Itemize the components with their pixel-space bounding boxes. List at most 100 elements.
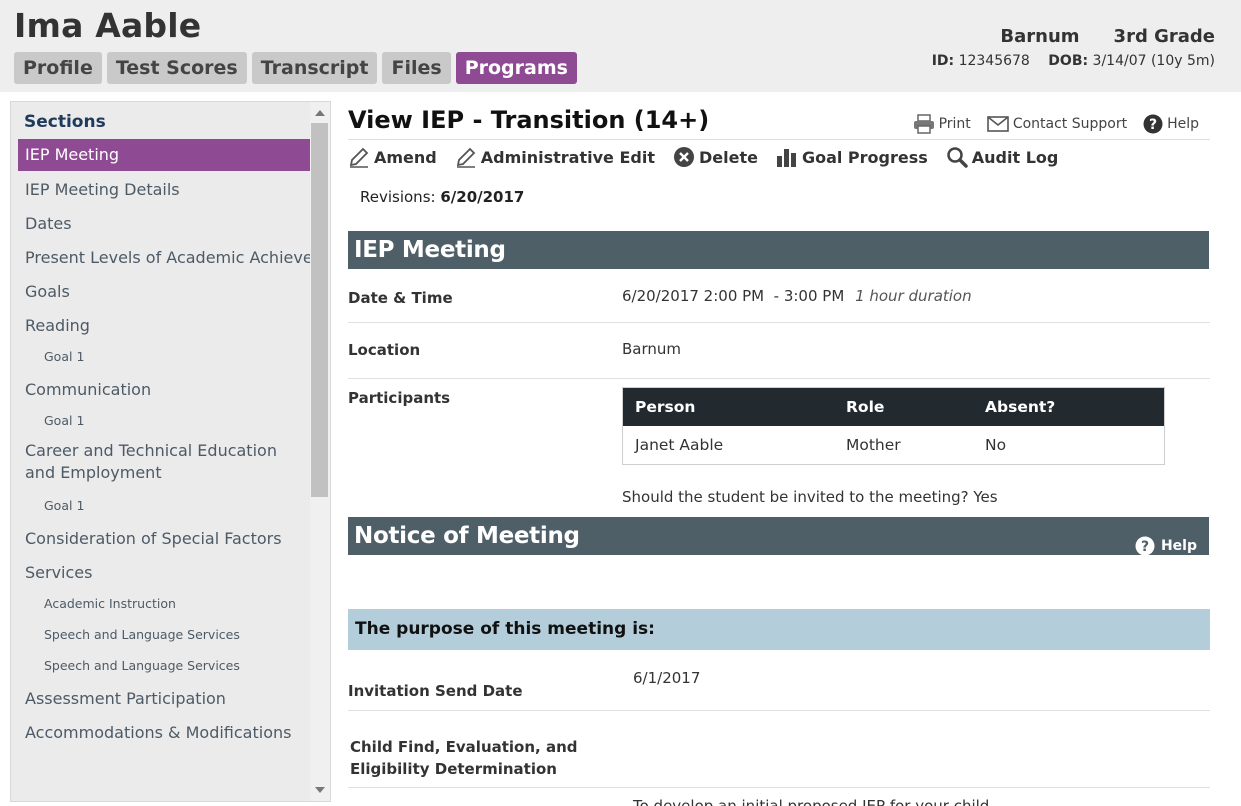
participants-label: Participants — [348, 389, 451, 407]
column-header-absent: Absent? — [985, 398, 1056, 416]
sections-sidebar: Sections IEP Meeting IEP Meeting Details… — [10, 101, 331, 802]
sidebar-item-reading[interactable]: Reading — [18, 316, 310, 335]
sidebar-item-special-factors[interactable]: Consideration of Special Factors — [18, 529, 310, 548]
printer-icon — [913, 114, 935, 134]
row-divider — [348, 710, 1210, 711]
goal-progress-label: Goal Progress — [801, 147, 928, 167]
contact-support-link[interactable]: Contact Support — [987, 114, 1127, 134]
envelope-icon — [987, 116, 1009, 132]
scroll-thumb[interactable] — [311, 123, 328, 497]
location-value: Barnum — [622, 340, 682, 358]
student-name: Ima Aable — [14, 6, 202, 45]
sidebar-item-present-levels[interactable]: Present Levels of Academic Achievement — [18, 248, 310, 267]
row-divider — [348, 378, 1210, 379]
notice-of-meeting-header: Notice of Meeting ? Help — [348, 517, 1209, 556]
top-links: Print Contact Support ? Help — [913, 114, 1199, 134]
sidebar-item-accommodations[interactable]: Accommodations & Modifications — [18, 723, 310, 742]
goal-progress-button[interactable]: Goal Progress — [776, 146, 928, 168]
duration-text: 1 hour duration — [855, 287, 972, 305]
contact-support-label: Contact Support — [1012, 116, 1128, 132]
sidebar-item-speech-language-1[interactable]: Speech and Language Services — [18, 627, 310, 642]
notice-of-meeting-title: Notice of Meeting — [354, 523, 580, 549]
invite-question: Should the student be invited to the mee… — [622, 488, 998, 506]
id-label: ID: — [931, 53, 955, 69]
datetime-label: Date & Time — [348, 289, 453, 307]
participants-table: Person Role Absent? Janet Aable Mother N… — [622, 387, 1165, 465]
row-divider — [348, 322, 1210, 323]
sidebar-item-iep-meeting[interactable]: IEP Meeting — [18, 139, 310, 171]
participant-person: Janet Aable — [635, 436, 724, 454]
invitation-send-date-value: 6/1/2017 — [633, 669, 701, 687]
sidebar-item-career-technical[interactable]: Career and Technical Education and Emplo… — [18, 440, 298, 484]
notice-help-button[interactable]: ? Help — [1135, 527, 1197, 565]
sidebar-item-services[interactable]: Services — [18, 563, 310, 582]
sections-nav: IEP Meeting IEP Meeting Details Dates Pr… — [18, 139, 310, 742]
print-link[interactable]: Print — [913, 114, 971, 134]
help-link[interactable]: ? Help — [1143, 114, 1199, 134]
sidebar-item-assessment-participation[interactable]: Assessment Participation — [18, 689, 310, 708]
revisions-date[interactable]: 6/20/2017 — [440, 188, 524, 206]
column-header-person: Person — [635, 398, 696, 416]
svg-text:?: ? — [1149, 117, 1157, 133]
svg-text:?: ? — [1141, 539, 1149, 555]
sidebar-title: Sections — [24, 112, 106, 132]
scroll-down-icon[interactable] — [315, 787, 325, 793]
audit-log-button[interactable]: Audit Log — [946, 146, 1059, 168]
tab-programs[interactable]: Programs — [455, 52, 577, 84]
student-dob: 3/14/07 (10y 5m) — [1092, 53, 1215, 69]
tab-profile[interactable]: Profile — [14, 52, 102, 84]
search-icon — [946, 146, 968, 168]
child-find-label-line-1: Child Find, Evaluation, and — [350, 738, 578, 756]
help-icon: ? — [1135, 536, 1155, 556]
tab-transcript[interactable]: Transcript — [251, 52, 378, 84]
sidebar-item-communication[interactable]: Communication — [18, 380, 310, 399]
datetime-value: 6/20/2017 2:00 PM - 3:00 PM 1 hour durat… — [622, 287, 972, 305]
sidebar-item-communication-goal-1[interactable]: Goal 1 — [18, 413, 310, 428]
datetime-text: 6/20/2017 2:00 PM - 3:00 PM — [622, 287, 845, 305]
revisions: Revisions: 6/20/2017 — [360, 188, 524, 206]
grade-level: 3rd Grade — [1113, 26, 1215, 47]
location-label: Location — [348, 341, 421, 359]
page-title: View IEP - Transition (14+) — [348, 106, 710, 134]
bar-chart-icon — [776, 146, 798, 168]
delete-button[interactable]: Delete — [673, 146, 758, 168]
dob-label: DOB: — [1048, 53, 1089, 69]
pencil-icon — [455, 146, 477, 168]
tab-files[interactable]: Files — [382, 52, 451, 84]
tab-test-scores[interactable]: Test Scores — [106, 52, 247, 84]
delete-icon — [673, 146, 695, 168]
title-divider — [348, 139, 1210, 140]
column-header-role: Role — [846, 398, 885, 416]
sidebar-item-iep-meeting-details[interactable]: IEP Meeting Details — [18, 180, 310, 199]
administrative-edit-button[interactable]: Administrative Edit — [455, 146, 655, 168]
iep-meeting-title: IEP Meeting — [354, 237, 506, 263]
participant-absent: No — [985, 436, 1007, 454]
delete-label: Delete — [698, 147, 758, 167]
pencil-icon — [348, 146, 370, 168]
participants-table-header: Person Role Absent? — [623, 388, 1164, 426]
administrative-edit-label: Administrative Edit — [480, 147, 655, 167]
amend-button[interactable]: Amend — [348, 146, 437, 168]
print-label: Print — [938, 116, 971, 132]
amend-label: Amend — [374, 147, 437, 167]
sidebar-item-career-goal-1[interactable]: Goal 1 — [18, 498, 310, 513]
student-id: 12345678 — [958, 53, 1030, 69]
scroll-up-icon[interactable] — [315, 110, 325, 116]
sidebar-item-academic-instruction[interactable]: Academic Instruction — [18, 596, 310, 611]
purpose-option-text: To develop an initial proposed IEP for y… — [633, 797, 990, 806]
student-tabs: Profile Test Scores Transcript Files Pro… — [14, 52, 577, 84]
sidebar-item-dates[interactable]: Dates — [18, 214, 310, 233]
sidebar-scrollbar[interactable] — [310, 102, 330, 801]
revisions-label: Revisions: — [360, 188, 436, 206]
participant-role: Mother — [846, 436, 901, 454]
help-icon: ? — [1143, 114, 1163, 134]
student-info: Barnum 3rd Grade ID: 12345678 DOB: 3/14/0… — [932, 26, 1215, 69]
sidebar-item-speech-language-2[interactable]: Speech and Language Services — [18, 658, 310, 673]
child-find-label: Child Find, Evaluation, and Eligibility … — [350, 736, 578, 780]
sidebar-item-reading-goal-1[interactable]: Goal 1 — [18, 349, 310, 364]
sidebar-item-goals[interactable]: Goals — [18, 282, 310, 301]
child-find-label-line-2: Eligibility Determination — [350, 760, 557, 778]
action-bar: Amend Administrative Edit Delete Goal Pr… — [348, 146, 1058, 168]
help-label: Help — [1167, 116, 1199, 132]
audit-log-label: Audit Log — [971, 147, 1059, 167]
